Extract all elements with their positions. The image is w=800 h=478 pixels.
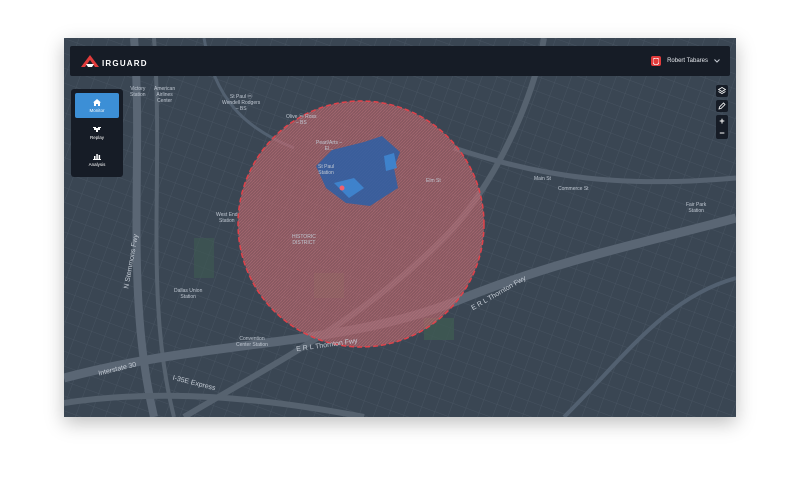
draw-zone-button[interactable] bbox=[716, 100, 728, 112]
nav-item-analysis[interactable]: Analysis bbox=[75, 147, 119, 172]
map-label-olive: Olive ⓜ Ross – BS bbox=[286, 114, 317, 126]
map-label-st-paul: St Paul ⓜ Wendell Rodgers – BS bbox=[222, 94, 261, 112]
nav-item-replay[interactable]: Replay bbox=[75, 120, 119, 145]
user-name: Robert Tabares bbox=[667, 58, 708, 64]
drone-marker[interactable] bbox=[339, 185, 345, 191]
map-label-historic: HISTORIC DISTRICT bbox=[292, 234, 316, 246]
drone-icon bbox=[93, 126, 101, 132]
zoom-controls: + − bbox=[716, 115, 728, 139]
home-icon bbox=[93, 98, 101, 106]
chevron-down-icon[interactable] bbox=[714, 59, 720, 63]
map-label-elm: Elm St bbox=[426, 178, 441, 184]
map-label-pearl: Pearl/Arts – El... bbox=[316, 140, 343, 152]
logo-icon bbox=[81, 55, 99, 67]
app-window: Victory Station American Airlines Center… bbox=[64, 38, 736, 417]
zoom-out-button[interactable]: − bbox=[716, 127, 728, 139]
map-label-west-end: West End Station bbox=[216, 212, 238, 224]
shield-icon bbox=[651, 56, 662, 66]
layers-icon bbox=[718, 87, 726, 94]
map-label-american: American Airlines Center bbox=[154, 86, 176, 104]
side-nav: Monitor Replay Analysis bbox=[71, 89, 123, 177]
app-name: IRGUARD bbox=[102, 58, 148, 68]
nav-item-monitor[interactable]: Monitor bbox=[75, 93, 119, 118]
pencil-icon bbox=[718, 102, 726, 110]
map-label-commerce: Commerce St bbox=[558, 186, 589, 192]
user-menu[interactable]: Robert Tabares bbox=[651, 56, 720, 66]
map-label-dallas-union: Dallas Union Station bbox=[174, 288, 203, 300]
nav-label-analysis: Analysis bbox=[88, 161, 106, 167]
nav-label-replay: Replay bbox=[89, 134, 104, 140]
zoom-in-button[interactable]: + bbox=[716, 115, 728, 127]
map-label-main: Main St bbox=[534, 176, 551, 182]
map-label-convention: Convention Center Station bbox=[236, 336, 268, 348]
map-label-fair-park: Fair Park Station bbox=[686, 202, 707, 214]
park-area bbox=[194, 238, 214, 278]
map-label-st-paul-station: St Paul Station bbox=[318, 164, 335, 176]
map-tools: + − bbox=[716, 85, 728, 139]
app-logo[interactable]: IRGUARD bbox=[80, 54, 148, 68]
layers-button[interactable] bbox=[716, 85, 728, 97]
restricted-zone[interactable] bbox=[237, 100, 485, 348]
top-bar: IRGUARD Robert Tabares bbox=[70, 46, 730, 76]
nav-label-monitor: Monitor bbox=[89, 107, 105, 113]
chart-icon bbox=[93, 153, 101, 160]
map-label-victory: Victory Station bbox=[130, 86, 146, 98]
